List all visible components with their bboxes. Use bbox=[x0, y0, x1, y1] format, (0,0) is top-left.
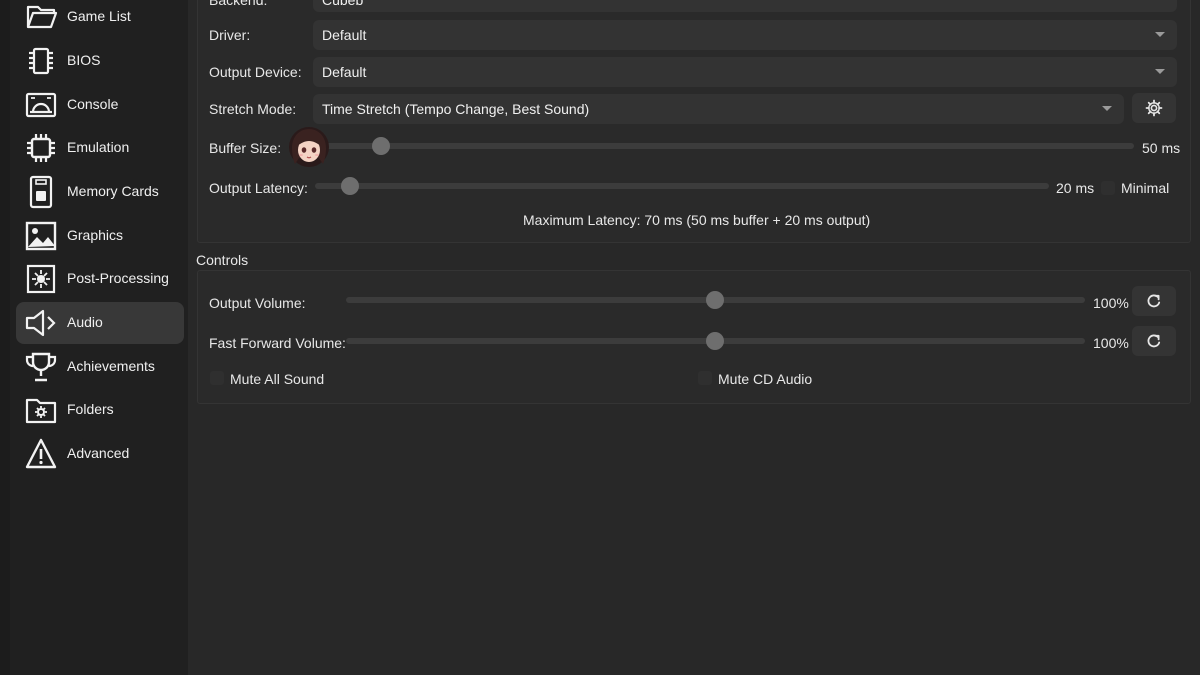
sidebar-item-label: Post-Processing bbox=[67, 270, 169, 286]
memory-card-icon bbox=[24, 175, 58, 209]
sidebar-item-label: Audio bbox=[67, 314, 103, 330]
output-latency-slider[interactable] bbox=[315, 183, 1049, 189]
max-latency-text: Maximum Latency: 70 ms (50 ms buffer + 2… bbox=[523, 212, 871, 228]
minimal-checkbox[interactable] bbox=[1101, 181, 1115, 195]
sidebar-item-post-processing[interactable]: Post-Processing bbox=[16, 258, 184, 300]
gear-icon bbox=[1145, 99, 1163, 117]
sidebar-item-label: Achievements bbox=[67, 358, 155, 374]
controls-title: Controls bbox=[196, 252, 249, 268]
stretch-settings-button[interactable] bbox=[1132, 93, 1176, 123]
sidebar-item-game-list[interactable]: Game List bbox=[16, 0, 184, 38]
sidebar-item-folders[interactable]: Folders bbox=[16, 389, 184, 431]
trophy-icon bbox=[24, 350, 58, 384]
mute-cd-checkbox[interactable] bbox=[698, 371, 712, 385]
minimal-label: Minimal bbox=[1121, 180, 1170, 196]
sidebar-item-console[interactable]: Console bbox=[16, 84, 184, 126]
ff-volume-slider-handle[interactable] bbox=[706, 332, 724, 350]
sidebar-item-audio[interactable]: Audio bbox=[16, 302, 184, 344]
output-device-label: Output Device: bbox=[209, 64, 302, 80]
sidebar-item-label: Graphics bbox=[67, 227, 124, 243]
sidebar-item-emulation[interactable]: Emulation bbox=[16, 127, 184, 169]
buffer-size-slider[interactable] bbox=[318, 143, 1134, 149]
sidebar-item-label: Game List bbox=[67, 8, 131, 24]
buffer-size-slider-handle[interactable] bbox=[372, 137, 390, 155]
sidebar-item-label: Advanced bbox=[67, 445, 130, 461]
sidebar-item-label: Memory Cards bbox=[67, 183, 159, 199]
image-icon bbox=[24, 219, 58, 253]
sidebar-item-label: Folders bbox=[67, 401, 114, 417]
chip-icon bbox=[24, 44, 58, 78]
chevron-down-icon bbox=[1155, 69, 1165, 74]
sidebar-item-label: Console bbox=[67, 96, 119, 112]
refresh-icon bbox=[1147, 334, 1161, 348]
backend-select[interactable]: Cubeb bbox=[313, 0, 1177, 12]
chevron-down-icon bbox=[1155, 32, 1165, 37]
buffer-size-label: Buffer Size: bbox=[209, 140, 282, 156]
mute-all-checkbox[interactable] bbox=[210, 371, 224, 385]
buffer-size-value: 50 ms bbox=[1142, 140, 1181, 156]
controls-group bbox=[197, 270, 1191, 404]
output-volume-value: 100% bbox=[1093, 295, 1129, 311]
sidebar-edge bbox=[0, 0, 10, 675]
folder-gear-icon bbox=[24, 393, 58, 427]
mute-all-label: Mute All Sound bbox=[230, 371, 325, 387]
cpu-icon bbox=[24, 131, 58, 165]
console-icon bbox=[24, 88, 58, 122]
sidebar-item-memory-cards[interactable]: Memory Cards bbox=[16, 171, 184, 213]
avatar bbox=[289, 127, 329, 167]
sidebar-item-graphics[interactable]: Graphics bbox=[16, 215, 184, 257]
stretch-mode-label: Stretch Mode: bbox=[209, 101, 297, 117]
backend-value: Cubeb bbox=[322, 0, 364, 8]
sidebar-item-advanced[interactable]: Advanced bbox=[16, 433, 184, 475]
driver-value: Default bbox=[322, 27, 367, 43]
backend-label: Backend: bbox=[209, 0, 268, 8]
driver-label: Driver: bbox=[209, 27, 251, 43]
ff-volume-value: 100% bbox=[1093, 335, 1129, 351]
warning-icon bbox=[24, 437, 58, 471]
output-latency-label: Output Latency: bbox=[209, 180, 308, 196]
settings-sidebar: Game List BIOS Console Emulation Memory … bbox=[0, 0, 188, 675]
sidebar-item-bios[interactable]: BIOS bbox=[16, 40, 184, 82]
stretch-mode-value: Time Stretch (Tempo Change, Best Sound) bbox=[322, 101, 590, 117]
reset-output-volume-button[interactable] bbox=[1132, 286, 1176, 316]
output-device-select[interactable]: Default bbox=[313, 57, 1177, 87]
sidebar-item-achievements[interactable]: Achievements bbox=[16, 346, 184, 388]
output-device-value: Default bbox=[322, 64, 367, 80]
ff-volume-label: Fast Forward Volume: bbox=[209, 335, 346, 351]
driver-select[interactable]: Default bbox=[313, 20, 1177, 50]
output-volume-slider-handle[interactable] bbox=[706, 291, 724, 309]
output-volume-label: Output Volume: bbox=[209, 295, 306, 311]
output-latency-value: 20 ms bbox=[1056, 180, 1095, 196]
reset-ff-volume-button[interactable] bbox=[1132, 326, 1176, 356]
mute-cd-label: Mute CD Audio bbox=[718, 371, 813, 387]
sidebar-item-label: Emulation bbox=[67, 139, 130, 155]
sparkle-icon bbox=[24, 262, 58, 296]
folder-icon bbox=[24, 0, 58, 34]
output-latency-slider-handle[interactable] bbox=[341, 177, 359, 195]
stretch-mode-select[interactable]: Time Stretch (Tempo Change, Best Sound) bbox=[313, 94, 1124, 124]
refresh-icon bbox=[1147, 294, 1161, 308]
chevron-down-icon bbox=[1102, 106, 1112, 111]
speaker-icon bbox=[24, 306, 58, 340]
sidebar-item-label: BIOS bbox=[67, 52, 101, 68]
